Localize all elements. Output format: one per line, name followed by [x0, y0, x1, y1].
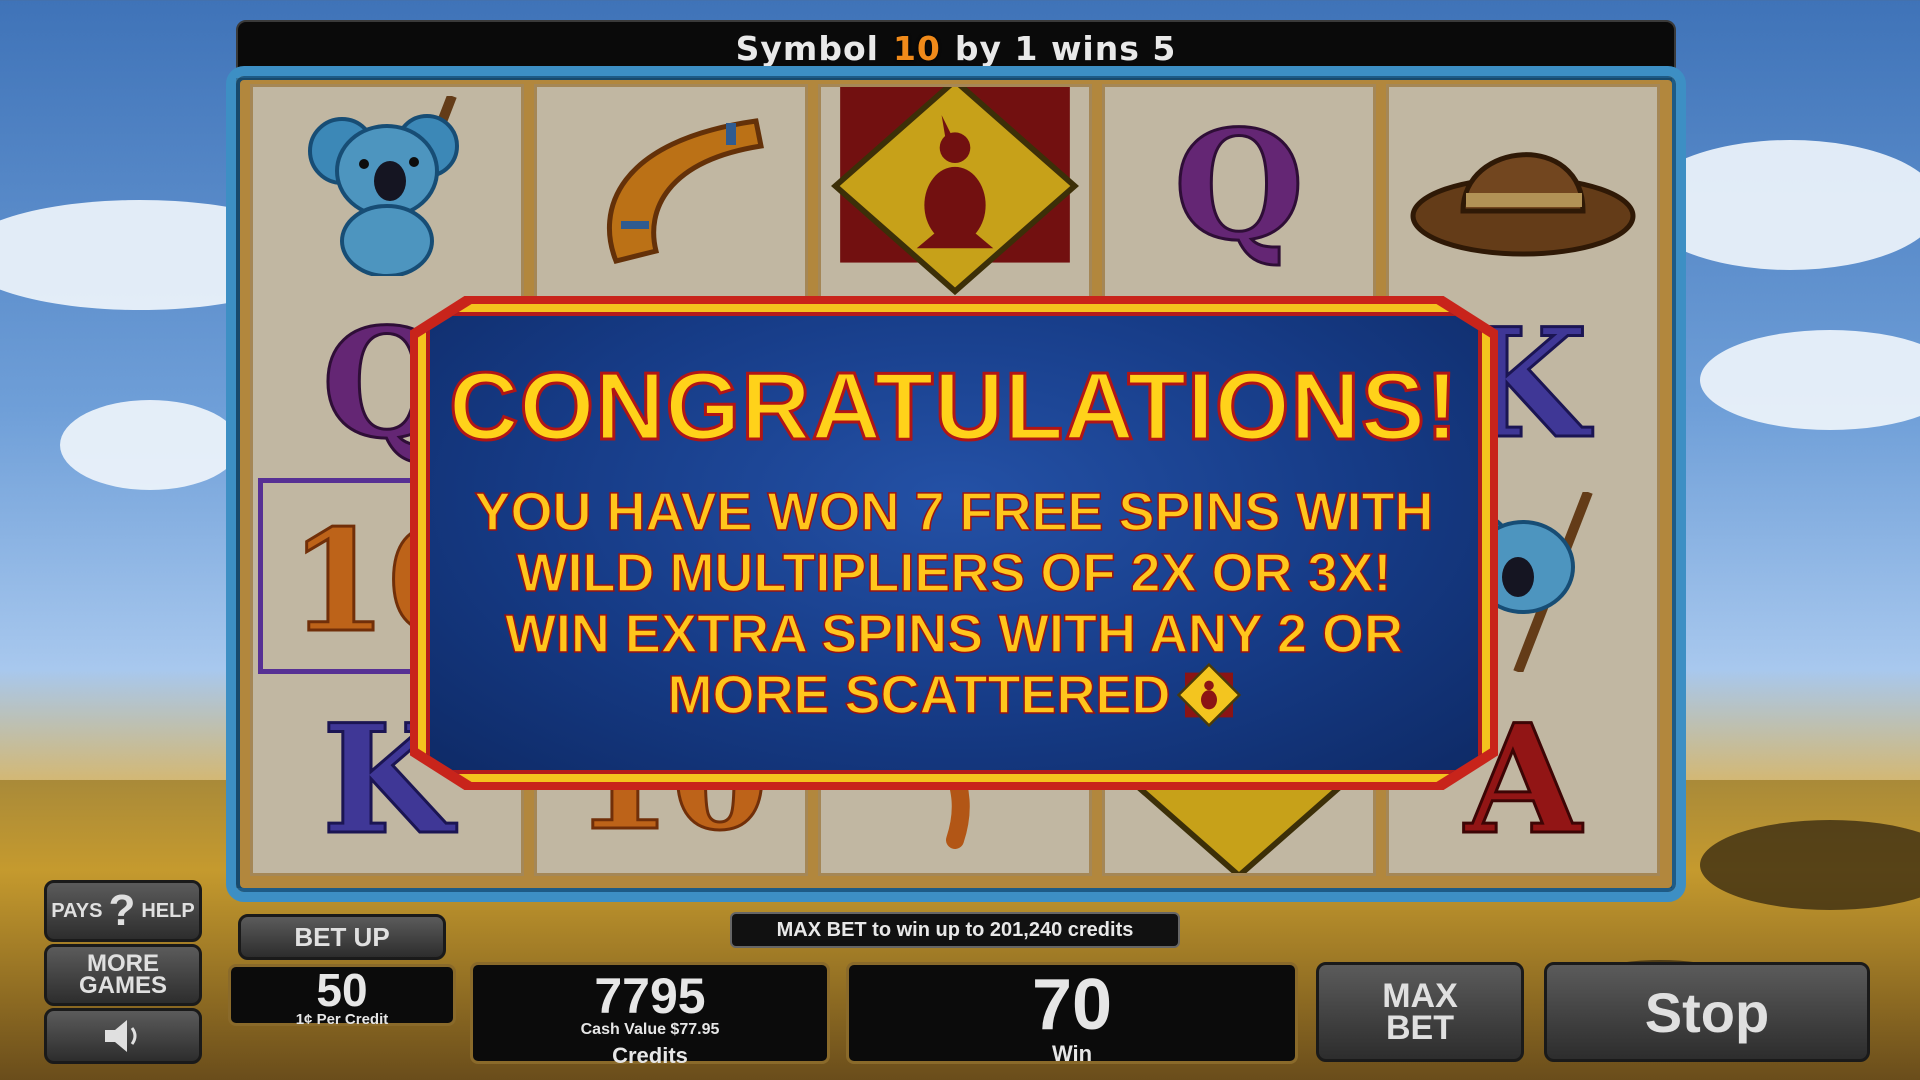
bet-up-label: BET UP [294, 921, 390, 952]
bet-up-button[interactable]: BET UP [238, 914, 446, 960]
q-symbol: Q [1105, 87, 1373, 285]
more-games-label: MORE GAMES [78, 950, 167, 999]
sound-button[interactable] [44, 1008, 202, 1064]
letter-q: Q [1172, 98, 1306, 274]
pays-label: PAYS [51, 899, 103, 922]
dialog-line-2: WILD MULTIPLIERS OF 2X OR 3X! [516, 542, 1393, 604]
max-bet-info: MAX BET to win up to 201,240 credits [730, 912, 1180, 948]
max-bet-button[interactable]: MAX BET [1316, 962, 1524, 1062]
hat-icon [1410, 152, 1636, 257]
bet-value: 50 [316, 964, 368, 1016]
koala-icon [308, 96, 459, 276]
free-spins-dialog: CONGRATULATIONS! YOU HAVE WON 7 FREE SPI… [418, 304, 1490, 782]
credits-panel: 7795 Cash Value $77.95 Credits [470, 962, 830, 1068]
kangaroo-scatter-icon [1176, 662, 1241, 727]
win-value: 70 [1031, 965, 1113, 1045]
dialog-line-3: WIN EXTRA SPINS WITH ANY 2 OR [504, 603, 1404, 665]
help-label: HELP [141, 899, 195, 922]
win-panel: 70 Win [846, 962, 1298, 1066]
boomerang-icon [607, 118, 764, 264]
win-label: Win [1051, 1041, 1093, 1066]
banner-suffix: by 1 wins 5 [954, 28, 1177, 68]
speaker-icon [105, 1020, 137, 1052]
bet-panel: 50 1¢ Per Credit [228, 964, 456, 1028]
banner-prefix: Symbol [735, 28, 879, 68]
pays-help-button[interactable]: PAYS ? HELP [44, 880, 202, 942]
banner-symbol: 10 [892, 28, 941, 68]
dialog-line-4: MORE SCATTERED [446, 662, 1462, 731]
stop-label: Stop [1644, 980, 1770, 1044]
kangaroo-scatter-symbol [821, 87, 1089, 296]
cash-value: Cash Value $77.95 [580, 1021, 720, 1038]
credits-value: 7795 [594, 968, 706, 1024]
dialog-line-1: YOU HAVE WON 7 FREE SPINS WITH [474, 481, 1435, 543]
cloud [1700, 330, 1920, 430]
kangaroo-sign-icon [831, 87, 1079, 296]
dialog-message: YOU HAVE WON 7 FREE SPINS WITH WILD MULT… [446, 481, 1462, 731]
hat-symbol [1389, 87, 1657, 285]
stop-button[interactable]: Stop [1544, 962, 1870, 1062]
koala-symbol [253, 87, 521, 285]
more-games-button[interactable]: MORE GAMES [44, 944, 202, 1006]
dialog-title: CONGRATULATIONS! [448, 352, 1460, 462]
boomerang-symbol [537, 87, 805, 285]
dialog-line-4-text: MORE SCATTERED [667, 664, 1172, 726]
question-icon: ? [108, 886, 136, 935]
credits-label: Credits [612, 1043, 688, 1068]
cloud [60, 400, 240, 490]
bet-denomination: 1¢ Per Credit [295, 1011, 389, 1028]
max-bet-label: MAX BET [1382, 977, 1458, 1047]
